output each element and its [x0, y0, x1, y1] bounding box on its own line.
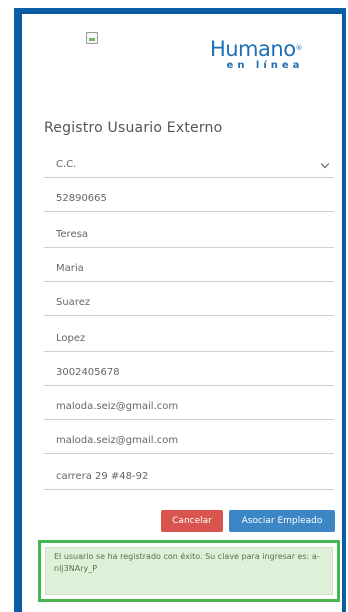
first-name-value: Teresa — [56, 229, 88, 240]
first-surname-field[interactable]: Suarez — [44, 294, 334, 316]
logo-sub-text: en línea — [226, 60, 304, 71]
address-field[interactable]: carrera 29 #48-92 — [44, 468, 334, 490]
chevron-down-icon — [320, 159, 330, 169]
document-number-value: 52890665 — [56, 193, 107, 204]
middle-name-value: Maria — [56, 263, 84, 274]
email-confirm-field[interactable]: maloda.seiz@gmail.com — [44, 432, 334, 454]
document-type-value: C.C. — [56, 159, 77, 170]
cancel-button[interactable]: Cancelar — [161, 510, 223, 532]
phone-field[interactable]: 3002405678 — [44, 364, 334, 386]
address-value: carrera 29 #48-92 — [56, 471, 149, 482]
success-alert-highlight: El usuario se ha registrado con éxito. S… — [38, 540, 340, 602]
form-title: Registro Usuario Externo — [44, 120, 223, 136]
first-surname-value: Suarez — [56, 297, 91, 308]
humano-logo: Humano® en línea — [196, 38, 316, 72]
associate-employee-button[interactable]: Asociar Empleado — [229, 510, 335, 532]
broken-image-icon — [86, 32, 98, 44]
middle-name-field[interactable]: Maria — [44, 260, 334, 282]
phone-value: 3002405678 — [56, 367, 120, 378]
logo-main-text: Humano — [209, 37, 296, 61]
document-number-field[interactable]: 52890665 — [44, 190, 334, 212]
email-confirm-value: maloda.seiz@gmail.com — [56, 435, 179, 446]
second-surname-field[interactable]: Lopez — [44, 330, 334, 352]
email-field[interactable]: maloda.seiz@gmail.com — [44, 398, 334, 420]
success-alert: El usuario se ha registrado con éxito. S… — [45, 547, 333, 595]
email-value: maloda.seiz@gmail.com — [56, 401, 179, 412]
second-surname-value: Lopez — [56, 333, 86, 344]
logo-registered-mark: ® — [295, 44, 303, 52]
document-type-select[interactable]: C.C. — [44, 156, 334, 178]
first-name-field[interactable]: Teresa — [44, 226, 334, 248]
